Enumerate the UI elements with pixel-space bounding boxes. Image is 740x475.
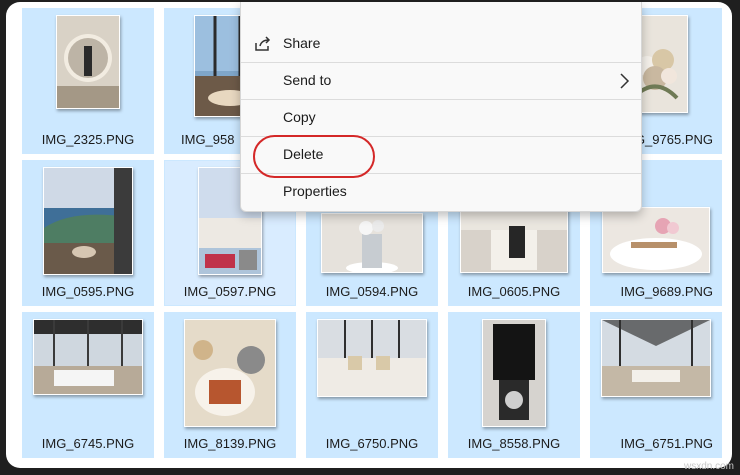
file-tile[interactable]: IMG_6751.PNG [590,312,722,458]
file-tile[interactable]: IMG_6750.PNG [306,312,438,458]
menu-label-send-to: Send to [283,72,332,88]
file-tile[interactable]: IMG_2325.PNG [22,8,154,154]
photo-bathtub-flowers [603,208,709,272]
file-tile[interactable]: IMG_8139.PNG [164,312,296,458]
file-tile[interactable]: IMG_6745.PNG [22,312,154,458]
photo-coast-view [44,168,132,274]
menu-item-share[interactable]: Share [241,26,641,62]
thumbnail [33,319,143,395]
thumbnail [317,319,427,397]
file-name: IMG_2325.PNG [41,132,135,147]
photo-sofa-person [461,208,567,272]
menu-label-properties: Properties [283,183,347,199]
thumbnail [184,319,276,427]
photo-perfume-box [483,320,545,426]
file-name: IMG_6751.PNG [620,436,714,451]
menu-label-share: Share [283,35,321,51]
file-name: IMG_8139.PNG [183,436,277,451]
watermark: wsxdn.com [683,461,734,472]
file-name: IMG_0605.PNG [467,284,561,299]
photo-loft-bedroom [34,320,142,394]
file-name: IMG_8558.PNG [467,436,561,451]
thumbnail [602,207,710,273]
photo-white-sofa [318,320,426,396]
delete-highlight-annotation [253,135,375,178]
thumbnail [601,319,711,397]
menu-item-properties[interactable]: Properties [241,174,641,210]
menu-label-copy: Copy [283,109,316,125]
photo-cat-breakfast [185,320,275,426]
file-name: IMG_0594.PNG [325,284,419,299]
thumbnail [56,15,120,109]
chevron-right-icon [620,73,630,89]
photo-vase-flowers [322,214,422,272]
file-name: IMG_0597.PNG [183,284,277,299]
thumbnail [460,207,568,273]
context-menu: Share Send to Copy Delete Properties [240,2,642,212]
thumbnail [321,213,423,273]
file-tile[interactable]: IMG_8558.PNG [448,312,580,458]
menu-item-send-to[interactable]: Send to [241,63,641,99]
file-name: IMG_9689.PNG [620,284,714,299]
photo-mirror-selfie [57,16,119,108]
file-name: IMG_6745.PNG [41,436,135,451]
file-name: IMG_0595.PNG [41,284,135,299]
menu-item-copy[interactable]: Copy [241,100,641,136]
photo-glass-roof-loft [602,320,710,396]
file-tile[interactable]: IMG_0595.PNG [22,160,154,306]
thumbnail [43,167,133,275]
file-name: IMG_6750.PNG [325,436,419,451]
thumbnail [482,319,546,427]
explorer-window: IMG_2325.PNG IMG_958 IMG_9765.PNG IMG_05… [6,2,732,468]
share-icon [255,36,271,51]
